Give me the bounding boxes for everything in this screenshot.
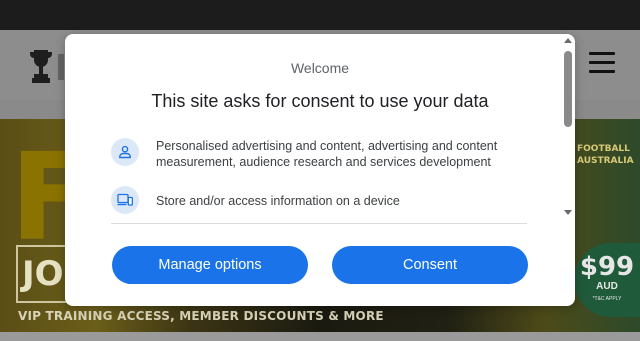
scroll-up-arrow-icon[interactable] bbox=[564, 38, 572, 43]
scroll-down-arrow-icon[interactable] bbox=[564, 210, 572, 215]
hero-tagline: VIP TRAINING ACCESS, MEMBER DISCOUNTS & … bbox=[18, 309, 384, 323]
manage-options-button[interactable]: Manage options bbox=[112, 246, 308, 284]
hero-price-currency: AUD bbox=[596, 281, 618, 292]
hero-brand-text: FOOTBALL AUSTRALIA bbox=[577, 144, 634, 166]
scrollbar-thumb[interactable] bbox=[564, 51, 572, 127]
purpose-item-store-access: Store and/or access information on a dev… bbox=[111, 186, 526, 214]
purpose-item-personalised-ads: Personalised advertising and content, ad… bbox=[111, 138, 526, 170]
hero-price-amount: $99 bbox=[579, 252, 635, 282]
devices-icon bbox=[111, 186, 139, 214]
menu-icon[interactable] bbox=[589, 52, 615, 74]
dialog-title: This site asks for consent to use your d… bbox=[151, 91, 489, 111]
hero-join-box: JOI bbox=[16, 245, 68, 303]
consent-button[interactable]: Consent bbox=[332, 246, 528, 284]
consent-dialog: Welcome This site asks for consent to us… bbox=[65, 34, 575, 306]
hero-price-badge: $99 AUD *T&C APPLY bbox=[574, 243, 640, 317]
dialog-scrollbar[interactable] bbox=[561, 34, 575, 224]
trophy-logo-icon[interactable] bbox=[28, 46, 54, 86]
page-bottom-strip bbox=[0, 332, 640, 341]
purposes-divider bbox=[111, 223, 527, 224]
logo-text bbox=[58, 54, 64, 80]
purpose-text: Store and/or access information on a dev… bbox=[156, 194, 400, 208]
purpose-text: Personalised advertising and content, ad… bbox=[156, 139, 498, 169]
hero-price-terms: *T&C APPLY bbox=[592, 296, 622, 302]
person-icon bbox=[111, 138, 139, 166]
dialog-welcome-label: Welcome bbox=[290, 60, 350, 76]
browser-top-bar bbox=[0, 0, 640, 30]
